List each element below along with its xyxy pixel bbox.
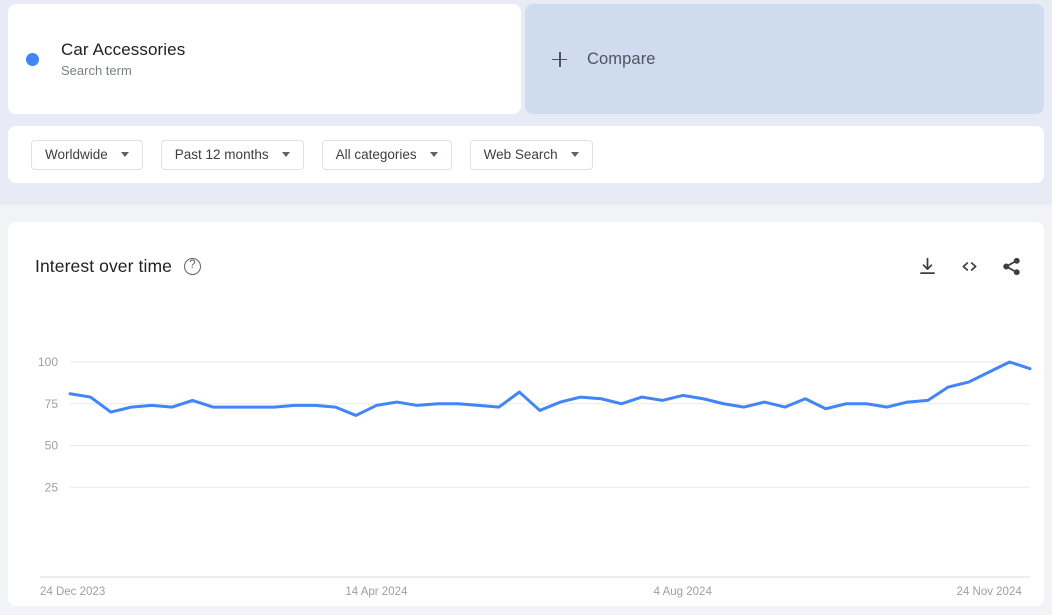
chart-header: Interest over time ?: [8, 222, 1044, 310]
category-filter-label: All categories: [335, 147, 417, 162]
y-axis-tick-label: 75: [45, 397, 59, 411]
compare-button[interactable]: Compare: [525, 4, 1044, 114]
search-term-title: Car Accessories: [61, 40, 186, 59]
series-color-dot: [26, 52, 39, 66]
y-axis-tick-label: 100: [38, 355, 58, 369]
location-filter[interactable]: Worldwide: [31, 139, 143, 170]
data-line-car-accessories: [68, 360, 1032, 417]
embed-code-icon[interactable]: [959, 256, 980, 277]
chevron-down-icon: [570, 152, 579, 157]
x-axis-tick-label: 24 Dec 2023: [40, 586, 105, 598]
y-axis-tick-label: 25: [45, 480, 59, 494]
download-icon[interactable]: [917, 256, 938, 277]
interest-over-time-card: Interest over time ? 25 50 75 100 24 Dec…: [8, 222, 1044, 606]
category-filter[interactable]: All categories: [321, 139, 452, 170]
chart-svg: 25 50 75 100 24 Dec 2023 14 Apr 2024 4 Aug 202…: [38, 355, 1032, 598]
chart-actions: [917, 256, 1022, 277]
compare-label: Compare: [587, 49, 656, 68]
search-type-filter[interactable]: Web Search: [469, 139, 593, 170]
x-axis-tick-label: 4 Aug 2024: [654, 586, 713, 598]
time-range-filter-label: Past 12 months: [174, 147, 269, 162]
chevron-down-icon: [429, 152, 438, 157]
chevron-down-icon: [120, 152, 129, 157]
time-range-filter[interactable]: Past 12 months: [160, 139, 304, 170]
chevron-down-icon: [281, 152, 290, 157]
search-type-filter-label: Web Search: [483, 147, 558, 162]
share-icon[interactable]: [1001, 256, 1022, 277]
location-filter-label: Worldwide: [45, 147, 108, 162]
help-icon[interactable]: ?: [184, 257, 201, 275]
search-term-card[interactable]: Car Accessories Search term: [8, 4, 521, 114]
x-axis-tick-label: 24 Nov 2024: [957, 586, 1023, 598]
filter-bar: Worldwide Past 12 months All categories Web…: [8, 126, 1044, 183]
search-terms-row: Car Accessories Search term Compare: [8, 4, 1044, 114]
plus-icon: [552, 51, 567, 67]
x-axis-tick-label: 14 Apr 2024: [345, 586, 408, 598]
y-axis-tick-label: 50: [45, 439, 59, 453]
chart-title: Interest over time: [35, 255, 172, 276]
trends-line-chart: 25 50 75 100 24 Dec 2023 14 Apr 2024 4 Aug 202…: [8, 310, 1044, 606]
search-term-subtitle: Search term: [61, 63, 132, 78]
